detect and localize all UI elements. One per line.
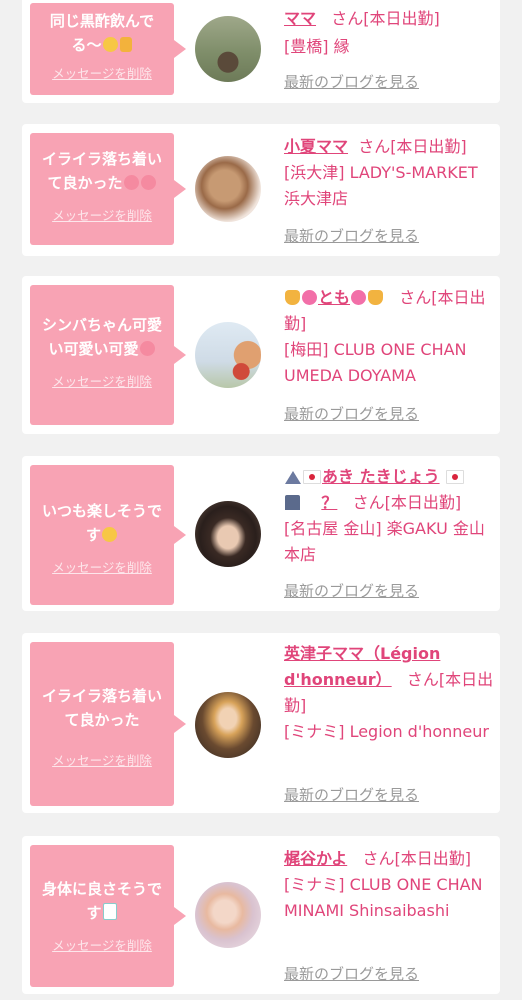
- shop-label: [豊橋] 縁: [284, 37, 350, 56]
- delete-message-link[interactable]: メッセージを削除: [36, 750, 168, 769]
- message-bubble: いつも楽しそうです メッセージを削除: [30, 465, 186, 605]
- message-text: イライラ落ち着いて良かった: [41, 687, 162, 729]
- message-bubble: 同じ黒酢飲んでる〜 メッセージを削除: [30, 3, 186, 95]
- status-label: さん[本日出勤]: [352, 493, 462, 512]
- avatar[interactable]: [195, 322, 261, 388]
- delete-message-link[interactable]: メッセージを削除: [36, 557, 168, 576]
- shop-label: [梅田] CLUB ONE CHAN UMEDA DOYAMA: [284, 340, 467, 385]
- message-card: 同じ黒酢飲んでる〜 メッセージを削除 ママ さん[本日出勤] [豊橋] 縁 最新…: [22, 0, 500, 103]
- cat-icon: [285, 290, 300, 305]
- profile-name-link[interactable]: 梶谷かよ: [284, 849, 347, 868]
- shop-label: [ミナミ] Legion d'honneur: [284, 722, 489, 741]
- avatar[interactable]: [195, 882, 261, 948]
- status-label: さん[本日出勤]: [358, 137, 467, 156]
- thumbs-up-icon: [119, 37, 132, 52]
- message-text: 同じ黒酢飲んでる〜: [49, 12, 155, 54]
- shop-label: [ミナミ] CLUB ONE CHAN MINAMI Shinsaibashi: [284, 875, 483, 920]
- avatar[interactable]: [195, 501, 261, 567]
- avatar[interactable]: [195, 156, 261, 222]
- profile-info: あき たきじょう ？ さん[本日出勤] [名古屋 金山] 楽GAKU 金山本店: [284, 464, 496, 568]
- japan-flag-icon: [303, 470, 321, 484]
- profile-name-suffix[interactable]: ？: [321, 493, 337, 512]
- message-card: イライラ落ち着いて良かった メッセージを削除 小夏ママ さん[本日出勤] [浜大…: [22, 124, 500, 256]
- view-blog-link[interactable]: 最新のブログを見る: [284, 784, 419, 805]
- delete-message-link[interactable]: メッセージを削除: [36, 63, 168, 82]
- profile-info: ママ さん[本日出勤] [豊橋] 縁: [284, 6, 496, 60]
- message-card: シンバちゃん可愛い可愛い可愛 メッセージを削除 とも さん[本日出勤] [梅田]…: [22, 276, 500, 434]
- message-text: 身体に良さそうです: [41, 880, 162, 922]
- message-text: イライラ落ち着いて良かった: [41, 150, 162, 192]
- view-blog-link[interactable]: 最新のブログを見る: [284, 403, 419, 424]
- profile-name-link[interactable]: あき たきじょう: [322, 467, 440, 486]
- cat-icon: [368, 290, 384, 305]
- japan-flag-icon: [445, 470, 464, 484]
- message-bubble: シンバちゃん可愛い可愛い可愛 メッセージを削除: [30, 285, 186, 425]
- shop-label: [浜大津] LADY'S-MARKET 浜大津店: [284, 163, 478, 208]
- heart-eyes-icon: [140, 175, 156, 190]
- message-text: いつも楽しそうです: [41, 502, 162, 544]
- mountain-icon: [285, 471, 301, 484]
- profile-info: とも さん[本日出勤] [梅田] CLUB ONE CHAN UMEDA DOY…: [284, 285, 496, 389]
- profile-name-link[interactable]: とも: [318, 288, 350, 307]
- status-label: さん[本日出勤]: [331, 9, 440, 28]
- view-blog-link[interactable]: 最新のブログを見る: [284, 963, 419, 984]
- message-bubble: イライラ落ち着いて良かった メッセージを削除: [30, 133, 186, 245]
- profile-name-link[interactable]: 小夏ママ: [284, 137, 348, 156]
- smiling-face-icon: [102, 527, 117, 542]
- message-bubble: イライラ落ち着いて良かった メッセージを削除: [30, 642, 186, 806]
- shop-label: [名古屋 金山] 楽GAKU 金山本店: [284, 519, 485, 564]
- heart-eyes-icon: [139, 341, 155, 356]
- pink-heart-icon: [351, 290, 367, 305]
- smiling-hearts-icon: [123, 175, 139, 190]
- delete-message-link[interactable]: メッセージを削除: [36, 371, 168, 390]
- view-blog-link[interactable]: 最新のブログを見る: [284, 580, 419, 601]
- profile-info: 梶谷かよ さん[本日出勤] [ミナミ] CLUB ONE CHAN MINAMI…: [284, 846, 496, 924]
- profile-info: 英津子ママ（Légion d'honneur） さん[本日出勤] [ミナミ] L…: [284, 641, 496, 745]
- view-blog-link[interactable]: 最新のブログを見る: [284, 225, 419, 246]
- pink-heart-icon: [302, 290, 317, 305]
- delete-message-link[interactable]: メッセージを削除: [36, 935, 168, 954]
- avatar[interactable]: [195, 692, 261, 758]
- delete-message-link[interactable]: メッセージを削除: [36, 205, 168, 224]
- grinning-sweat-icon: [102, 37, 118, 52]
- message-text: シンバちゃん可愛い可愛い可愛: [41, 316, 162, 358]
- message-card: 身体に良さそうです メッセージを削除 梶谷かよ さん[本日出勤] [ミナミ] C…: [22, 836, 500, 994]
- profile-info: 小夏ママ さん[本日出勤] [浜大津] LADY'S-MARKET 浜大津店: [284, 134, 496, 212]
- view-blog-link[interactable]: 最新のブログを見る: [284, 71, 419, 92]
- mahjong-tile-icon: [102, 903, 117, 920]
- avatar[interactable]: [195, 16, 261, 82]
- message-card: いつも楽しそうです メッセージを削除 あき たきじょう ？ さん[本日出勤] […: [22, 456, 500, 611]
- status-label: さん[本日出勤]: [362, 849, 471, 868]
- message-card: イライラ落ち着いて良かった メッセージを削除 英津子ママ（Légion d'ho…: [22, 633, 500, 813]
- profile-name-link[interactable]: ママ: [284, 9, 316, 28]
- castle-icon: [285, 495, 300, 510]
- message-bubble: 身体に良さそうです メッセージを削除: [30, 845, 186, 987]
